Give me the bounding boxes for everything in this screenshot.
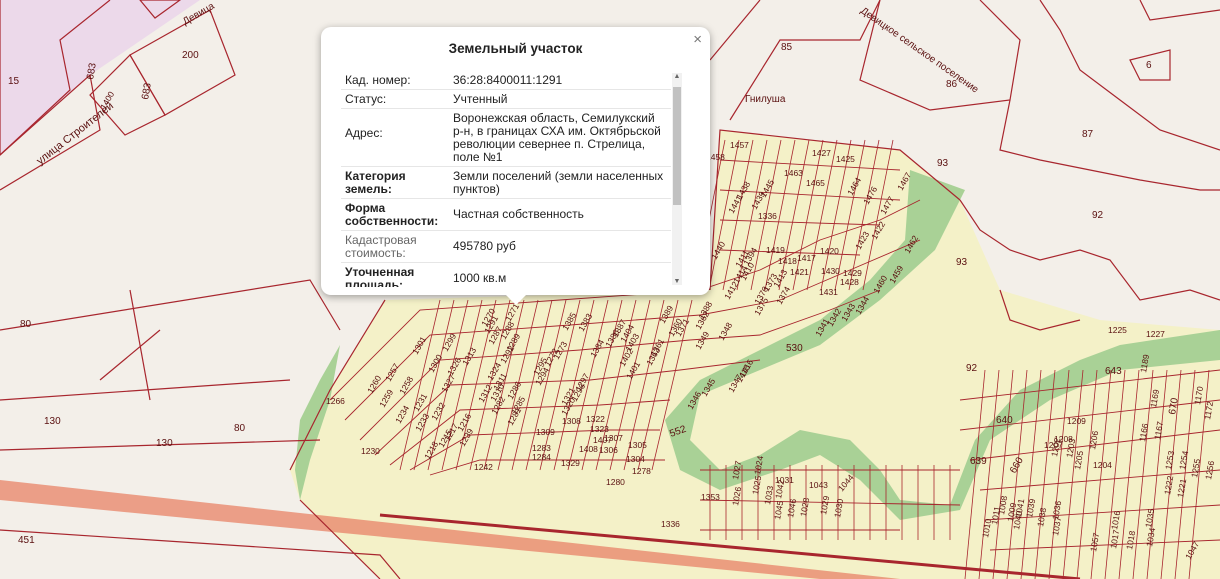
parcel-label: 1417 bbox=[797, 253, 816, 263]
parcel-label: 93 bbox=[937, 158, 949, 169]
field-label: Категория земель: bbox=[345, 169, 406, 196]
parcel-label: 1431 bbox=[819, 287, 838, 297]
close-icon[interactable]: × bbox=[693, 31, 702, 48]
popup-title: Земельный участок bbox=[448, 41, 583, 56]
scroll-thumb[interactable] bbox=[673, 87, 681, 205]
parcel-label: 1323 bbox=[590, 424, 609, 434]
scroll-up-icon[interactable]: ▲ bbox=[672, 73, 682, 80]
river-label: Гнилуша bbox=[745, 94, 786, 105]
parcel-label: 1429 bbox=[843, 268, 862, 278]
popup-scrollbar[interactable]: ▲ ▼ bbox=[672, 73, 682, 285]
parcel-label: 1465 bbox=[806, 178, 825, 188]
parcel-label: 1463 bbox=[784, 168, 803, 178]
parcel-label: 1430 bbox=[821, 266, 840, 276]
parcel-label: 1225 bbox=[1108, 325, 1127, 335]
parcel-label: 1308 bbox=[562, 416, 581, 426]
parcel-label: 92 bbox=[966, 363, 978, 374]
field-label: Статус: bbox=[345, 92, 387, 106]
field-row-area: Уточненная площадь: 1000 кв.м bbox=[341, 263, 671, 288]
parcel-label: 1408 bbox=[579, 444, 598, 454]
field-label: Уточненная площадь: bbox=[345, 265, 415, 288]
parcel-label: 1230 bbox=[361, 446, 380, 456]
field-row-category: Категория земель: Земли поселений (земли… bbox=[341, 167, 671, 199]
field-value: 36:28:8400011:1291 bbox=[453, 73, 563, 87]
field-row-cadastral-number: Кад. номер: 36:28:8400011:1291 bbox=[341, 71, 671, 90]
field-label: Кад. номер: bbox=[345, 73, 411, 87]
parcel-label: 640 bbox=[996, 415, 1013, 426]
field-value: Учтенный bbox=[453, 92, 508, 106]
parcel-label: 80 bbox=[20, 319, 32, 330]
parcel-label: 15 bbox=[8, 76, 20, 87]
parcel-label: 1457 bbox=[730, 140, 749, 150]
field-row-ownership: Форма собственности: Частная собственнос… bbox=[341, 199, 671, 231]
parcel-label: 130 bbox=[44, 416, 61, 427]
parcel-label: 87 bbox=[1082, 129, 1094, 140]
parcel-label: 639 bbox=[970, 456, 987, 467]
parcel-label: 1427 bbox=[812, 148, 831, 158]
parcel-label: 1305 bbox=[628, 440, 647, 450]
parcel-label: 1209 bbox=[1067, 416, 1086, 426]
parcel-label: 1329 bbox=[561, 458, 580, 468]
parcel-label: 1280 bbox=[606, 477, 625, 487]
scroll-down-icon[interactable]: ▼ bbox=[672, 278, 682, 285]
field-value: Земли поселений (земли населенных пункто… bbox=[453, 169, 664, 196]
field-value: Частная собственность bbox=[453, 207, 584, 221]
parcel-label: 80 bbox=[234, 423, 246, 434]
parcel-label: 1304 bbox=[626, 454, 645, 464]
field-row-cadastral-value: Кадастровая стоимость: 495780 руб bbox=[341, 231, 671, 263]
field-row-status: Статус: Учтенный bbox=[341, 90, 671, 109]
parcel-label: 1284 bbox=[532, 452, 551, 462]
parcel-label: 643 bbox=[1105, 366, 1122, 377]
parcel-label: 1043 bbox=[809, 480, 828, 490]
parcel-label: 1418 bbox=[778, 256, 797, 266]
parcel-label: 1425 bbox=[836, 154, 855, 164]
field-value: 1000 кв.м bbox=[453, 271, 507, 285]
parcel-label: 1336 bbox=[758, 211, 777, 221]
parcel-label: 1242 bbox=[474, 462, 493, 472]
parcel-label: 1266 bbox=[326, 396, 345, 406]
parcel-label: 93 bbox=[956, 257, 968, 268]
parcel-label: 6 bbox=[1146, 60, 1152, 71]
parcel-info-popup: Земельный участок × Кад. номер: 36:28:84… bbox=[321, 27, 710, 305]
parcel-label: 92 bbox=[1092, 210, 1104, 221]
parcel-label: 85 bbox=[781, 42, 793, 53]
parcel-label: 1278 bbox=[632, 466, 651, 476]
parcel-label: 451 bbox=[18, 535, 35, 546]
field-value: Воронежская область, Семилукский р-н, в … bbox=[453, 111, 661, 164]
parcel-label: 1227 bbox=[1146, 329, 1165, 339]
parcel-label: 1419 bbox=[766, 245, 785, 255]
field-value: 495780 руб bbox=[453, 239, 516, 253]
field-label: Форма собственности: bbox=[345, 201, 439, 228]
parcel-label: 1336 bbox=[661, 519, 680, 529]
parcel-label: 1204 bbox=[1093, 460, 1112, 470]
parcel-label: 1420 bbox=[820, 246, 839, 256]
parcel-label: 130 bbox=[156, 438, 173, 449]
parcel-label: 1322 bbox=[586, 414, 605, 424]
parcel-label: 1421 bbox=[790, 267, 809, 277]
field-row-address: Адрес: Воронежская область, Семилукский … bbox=[341, 109, 671, 167]
parcel-label: 1353 bbox=[701, 492, 720, 502]
field-label: Адрес: bbox=[345, 126, 383, 140]
parcel-label: 86 bbox=[946, 79, 958, 90]
parcel-label: 1306 bbox=[599, 445, 618, 455]
popup-fields: Кад. номер: 36:28:8400011:1291 Статус: У… bbox=[341, 71, 671, 287]
field-label: Кадастровая стоимость: bbox=[345, 233, 417, 260]
parcel-label: 530 bbox=[786, 343, 803, 354]
parcel-label: 1428 bbox=[840, 277, 859, 287]
parcel-label: 1309 bbox=[536, 427, 555, 437]
parcel-label: 200 bbox=[182, 50, 199, 61]
